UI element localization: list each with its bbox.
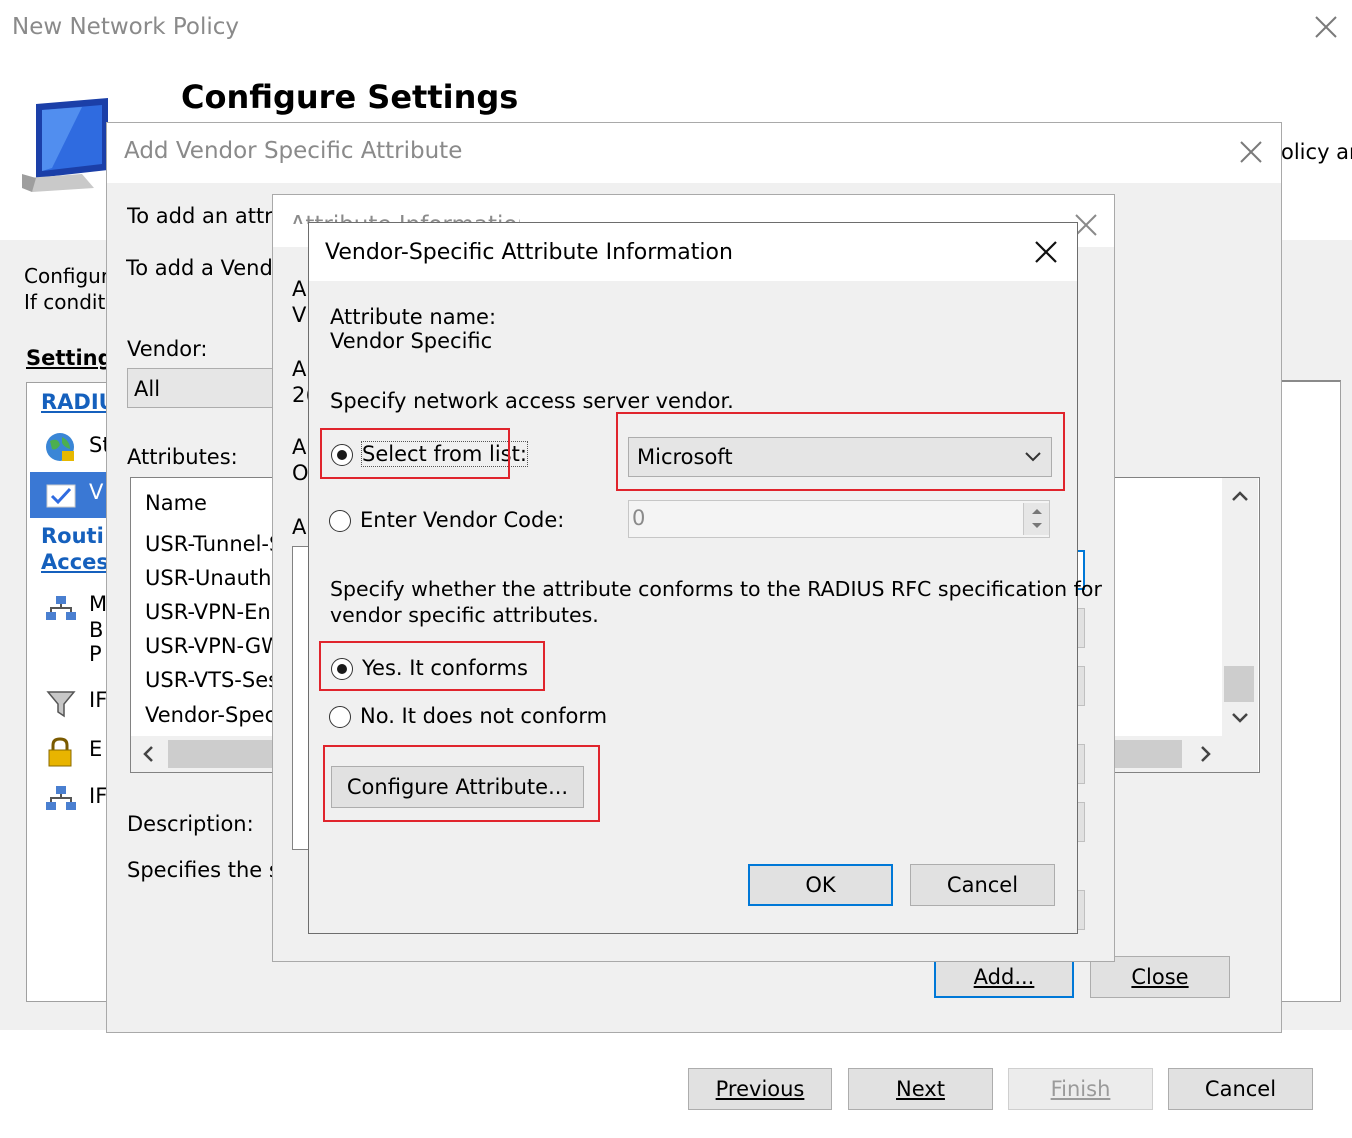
spin-buttons[interactable] [1023, 503, 1049, 535]
close-button[interactable]: Close [1090, 956, 1230, 998]
globe-icon [46, 433, 74, 461]
nav-item-m-2: B [89, 618, 104, 642]
wizard-close-icon[interactable] [1313, 14, 1339, 40]
attr-info-fragment-a1: A [292, 277, 307, 301]
network-icon [46, 596, 76, 620]
checklist-icon [46, 484, 76, 508]
vsa-info-title: Vendor-Specific Attribute Information [325, 240, 733, 265]
attr-info-fragment-o: O [292, 461, 309, 485]
attr-info-fragment-a4: A [292, 515, 307, 539]
attr-info-fragment-a3: A [292, 435, 307, 459]
wizard-header-fragment: olicy are [1281, 140, 1352, 164]
nav-item-ip-settings[interactable]: IF [89, 784, 107, 808]
nav-radius-header: RADIU [41, 390, 116, 414]
spin-down-icon[interactable] [1031, 522, 1043, 530]
list-item[interactable]: USR-VPN-En [145, 600, 273, 624]
spin-up-icon[interactable] [1031, 507, 1043, 515]
add-vsa-intro-2: To add a Vendo [126, 256, 273, 280]
ok-button[interactable]: OK [748, 864, 893, 906]
add-vsa-close-icon[interactable] [1238, 139, 1264, 165]
vertical-scroll-thumb[interactable] [1224, 666, 1254, 702]
nav-item-m-3: P [89, 642, 102, 666]
no-conforms-radio[interactable] [329, 706, 351, 728]
wizard-cancel-button[interactable]: Cancel [1168, 1068, 1313, 1110]
vendor-dropdown-highlight [616, 412, 1065, 491]
select-from-list-highlight [320, 428, 510, 479]
previous-button[interactable]: Previous [688, 1068, 832, 1110]
lock-icon [48, 737, 72, 767]
vendor-select[interactable]: All [127, 368, 273, 408]
attr-info-fragment-a2: A [292, 357, 307, 381]
horizontal-scroll-thumb[interactable] [168, 740, 273, 768]
vendor-label: Vendor: [127, 337, 208, 361]
settings-content-panel [1281, 380, 1341, 1002]
add-vsa-title: Add Vendor Specific Attribute [124, 138, 463, 164]
finish-button[interactable]: Finish [1008, 1068, 1153, 1110]
scroll-down-icon[interactable] [1230, 710, 1250, 726]
list-item[interactable]: USR-Tunnel-S [145, 532, 273, 556]
horizontal-scroll-thumb-end[interactable] [1115, 740, 1182, 768]
conform-text-line1: Specify whether the attribute conforms t… [330, 577, 1102, 601]
attr-info-fragment-2: 2( [292, 383, 308, 407]
nav-item-m-1[interactable]: M [89, 592, 107, 616]
add-vsa-intro-1: To add an attrib [127, 204, 273, 228]
description-text: Specifies the su [127, 858, 273, 882]
list-item[interactable]: USR-VTS-Ses [145, 668, 273, 692]
nav-item-vendor-specific-label: V [89, 480, 104, 504]
attribute-name-value: Vendor Specific [330, 329, 493, 353]
wizard-intro-line2: If conditi [24, 290, 111, 314]
filter-icon [46, 691, 76, 718]
conform-text-line2: vendor specific attributes. [330, 603, 599, 627]
no-conforms-label[interactable]: No. It does not conform [360, 704, 607, 728]
list-item[interactable]: USR-VPN-GW [145, 634, 273, 658]
nav-item-encryption[interactable]: E [89, 737, 102, 761]
attr-info-fragment-v: V [292, 303, 307, 327]
next-button[interactable]: Next [848, 1068, 993, 1110]
monitor-icon [22, 98, 108, 192]
add-button[interactable]: Add... [934, 956, 1074, 998]
nav-routing-header-2: Acces [41, 550, 108, 574]
attributes-list-header[interactable]: Name [145, 491, 207, 515]
enter-vendor-code-label[interactable]: Enter Vendor Code: [360, 508, 564, 532]
attribute-name-label: Attribute name: [330, 305, 497, 329]
enter-vendor-code-radio[interactable] [329, 510, 351, 532]
vsa-cancel-button[interactable]: Cancel [910, 864, 1055, 906]
list-item[interactable]: Vendor-Speci [145, 703, 273, 727]
attributes-label: Attributes: [127, 445, 238, 469]
nav-item-ip-filters[interactable]: IF [89, 688, 107, 712]
specify-vendor-text: Specify network access server vendor. [330, 389, 734, 413]
configure-attribute-highlight [323, 745, 600, 822]
yes-conforms-highlight [319, 641, 545, 691]
list-item[interactable]: USR-Unauthe [145, 566, 273, 590]
nav-routing-header-1: Routi [41, 524, 104, 548]
vendor-code-spinbox[interactable]: 0 [628, 500, 1050, 538]
vsa-info-close-icon[interactable] [1033, 239, 1059, 265]
scroll-left-icon[interactable] [140, 744, 158, 764]
description-label: Description: [127, 812, 254, 836]
wizard-title: New Network Policy [12, 14, 239, 40]
network-icon-2 [46, 786, 76, 810]
vendor-code-value: 0 [632, 506, 646, 530]
scroll-up-icon[interactable] [1230, 488, 1250, 504]
scroll-right-icon[interactable] [1196, 744, 1214, 764]
wizard-heading: Configure Settings [181, 78, 519, 116]
